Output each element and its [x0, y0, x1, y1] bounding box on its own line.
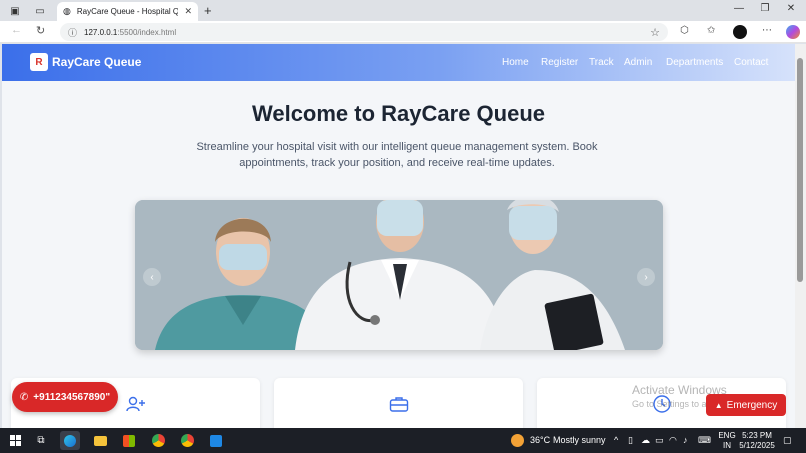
hospital-logo-icon[interactable]: R	[30, 53, 48, 71]
more-options-icon[interactable]: ⋯	[762, 25, 772, 36]
weather-temp[interactable]: 36°C	[530, 435, 550, 445]
weather-desc[interactable]: Mostly sunny	[553, 435, 606, 445]
page-viewport: R RayCare Queue Home Register Track Admi…	[2, 44, 795, 428]
keyboard-icon[interactable]: ⌨	[698, 435, 711, 446]
phone-icon: ✆	[19, 391, 29, 403]
tab-title: RayCare Queue - Hospital Queue	[76, 7, 179, 16]
call-phone-label: +911234567890"	[33, 391, 111, 403]
minimize-icon[interactable]: —	[731, 3, 747, 14]
store-icon[interactable]	[119, 431, 139, 450]
url-path: :5500/index.html	[117, 27, 177, 37]
nav-departments[interactable]: Departments	[666, 57, 723, 68]
emergency-label: Emergency	[726, 399, 778, 411]
new-tab-icon[interactable]: +	[204, 3, 212, 18]
emergency-button[interactable]: ▲ Emergency	[706, 394, 786, 416]
back-icon[interactable]: ←	[11, 24, 22, 36]
nav-home[interactable]: Home	[502, 57, 529, 68]
brand-name[interactable]: RayCare Queue	[52, 55, 141, 69]
task-view-icon[interactable]: ⧉	[31, 431, 51, 450]
globe-icon: ◍	[63, 6, 71, 16]
file-explorer-icon[interactable]	[90, 431, 110, 450]
user-plus-icon	[126, 396, 146, 415]
carousel-prev-button[interactable]: ‹	[143, 268, 161, 286]
clock-time: 5:23 PM	[742, 431, 772, 440]
profile-avatar[interactable]	[733, 25, 747, 39]
doctors-illustration	[135, 200, 663, 350]
weather-sun-icon[interactable]	[511, 434, 524, 447]
nav-admin[interactable]: Admin	[624, 57, 652, 68]
clock-date: 5/12/2025	[739, 441, 775, 450]
url-host: 127.0.0.1	[84, 27, 118, 37]
page-title: Welcome to RayCare Queue	[251, 101, 546, 126]
call-phone-button[interactable]: ✆ +911234567890"	[12, 382, 118, 412]
notifications-icon[interactable]: ▢	[783, 435, 792, 446]
tray-chevron-icon[interactable]: ^	[614, 435, 618, 445]
windows-start-icon[interactable]	[5, 431, 25, 450]
restore-icon[interactable]: ❐	[757, 3, 773, 14]
tab-actions-icon[interactable]: ▭	[32, 3, 48, 19]
workspaces-icon[interactable]: ▣	[7, 3, 23, 19]
extensions-icon[interactable]: ⬡	[680, 25, 689, 36]
alert-icon: ▲	[714, 400, 723, 410]
wifi-icon[interactable]: ◠	[669, 435, 677, 446]
favorites-icon[interactable]: ✩	[707, 25, 715, 36]
page-scrollbar-thumb[interactable]	[797, 58, 803, 282]
region-code: IN	[723, 441, 731, 450]
briefcase-icon	[389, 396, 409, 415]
browser-tab-strip: ▣ ▭ ◍ RayCare Queue - Hospital Queue ✕ +…	[0, 0, 806, 21]
favorite-star-icon[interactable]: ☆	[650, 26, 660, 39]
hero-carousel[interactable]: ‹ ›	[135, 200, 663, 350]
volume-icon[interactable]: ♪	[683, 435, 688, 445]
windows-taskbar: ⧉ 36°C Mostly sunny ^ ▯ ☁ ▭ ◠ ♪ ⌨ ENG IN…	[0, 428, 806, 453]
tray-device-icon[interactable]: ▯	[628, 435, 633, 446]
copilot-icon[interactable]	[786, 25, 800, 39]
onedrive-icon[interactable]: ☁	[641, 435, 650, 446]
site-info-icon[interactable]: ⓘ	[68, 26, 77, 39]
chrome-icon[interactable]	[148, 431, 168, 450]
nav-register[interactable]: Register	[541, 57, 578, 68]
feature-card-departments[interactable]	[274, 378, 523, 428]
nav-contact[interactable]: Contact	[734, 57, 768, 68]
chrome-profile-icon[interactable]	[177, 431, 197, 450]
close-tab-icon[interactable]: ✕	[184, 6, 192, 17]
address-bar[interactable]: ⓘ 127.0.0.1:5500/index.html ☆	[60, 23, 668, 41]
clock[interactable]: 5:23 PM 5/12/2025	[739, 431, 775, 451]
edge-browser-icon[interactable]	[60, 431, 80, 450]
carousel-next-button[interactable]: ›	[637, 268, 655, 286]
nav-track[interactable]: Track	[589, 57, 614, 68]
close-window-icon[interactable]: ✕	[783, 3, 799, 14]
browser-toolbar: ← ↻ ⓘ 127.0.0.1:5500/index.html ☆ ⬡ ✩ ⋯	[0, 21, 806, 43]
vscode-icon[interactable]	[206, 431, 226, 450]
site-header: R RayCare Queue Home Register Track Admi…	[2, 44, 795, 81]
browser-tab-active[interactable]: ◍ RayCare Queue - Hospital Queue ✕	[57, 2, 198, 21]
hero-description: Streamline your hospital visit with our …	[196, 141, 598, 169]
language-indicator[interactable]: ENG IN	[718, 431, 736, 451]
language-code: ENG	[718, 431, 736, 440]
battery-icon[interactable]: ▭	[655, 435, 664, 446]
reload-icon[interactable]: ↻	[36, 24, 45, 37]
